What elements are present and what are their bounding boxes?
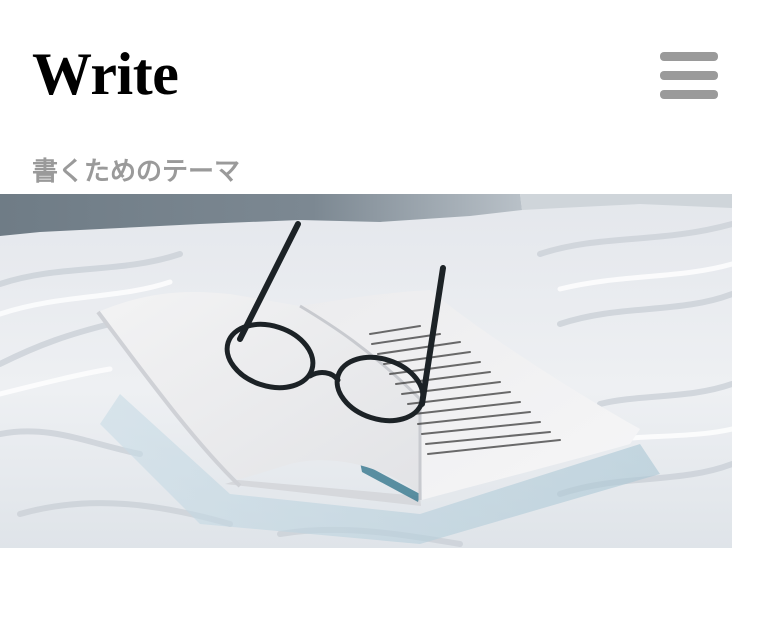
- site-tagline: 書くためのテーマ: [32, 157, 241, 187]
- hamburger-menu-icon[interactable]: [660, 52, 718, 100]
- book-and-glasses-photo: [0, 194, 732, 548]
- menu-bar-bottom: [660, 90, 718, 99]
- menu-bar-top: [660, 52, 718, 61]
- site-header: Write: [0, 0, 760, 140]
- menu-bar-middle: [660, 71, 718, 80]
- hero-image: [0, 194, 732, 548]
- site-title[interactable]: Write: [32, 38, 179, 110]
